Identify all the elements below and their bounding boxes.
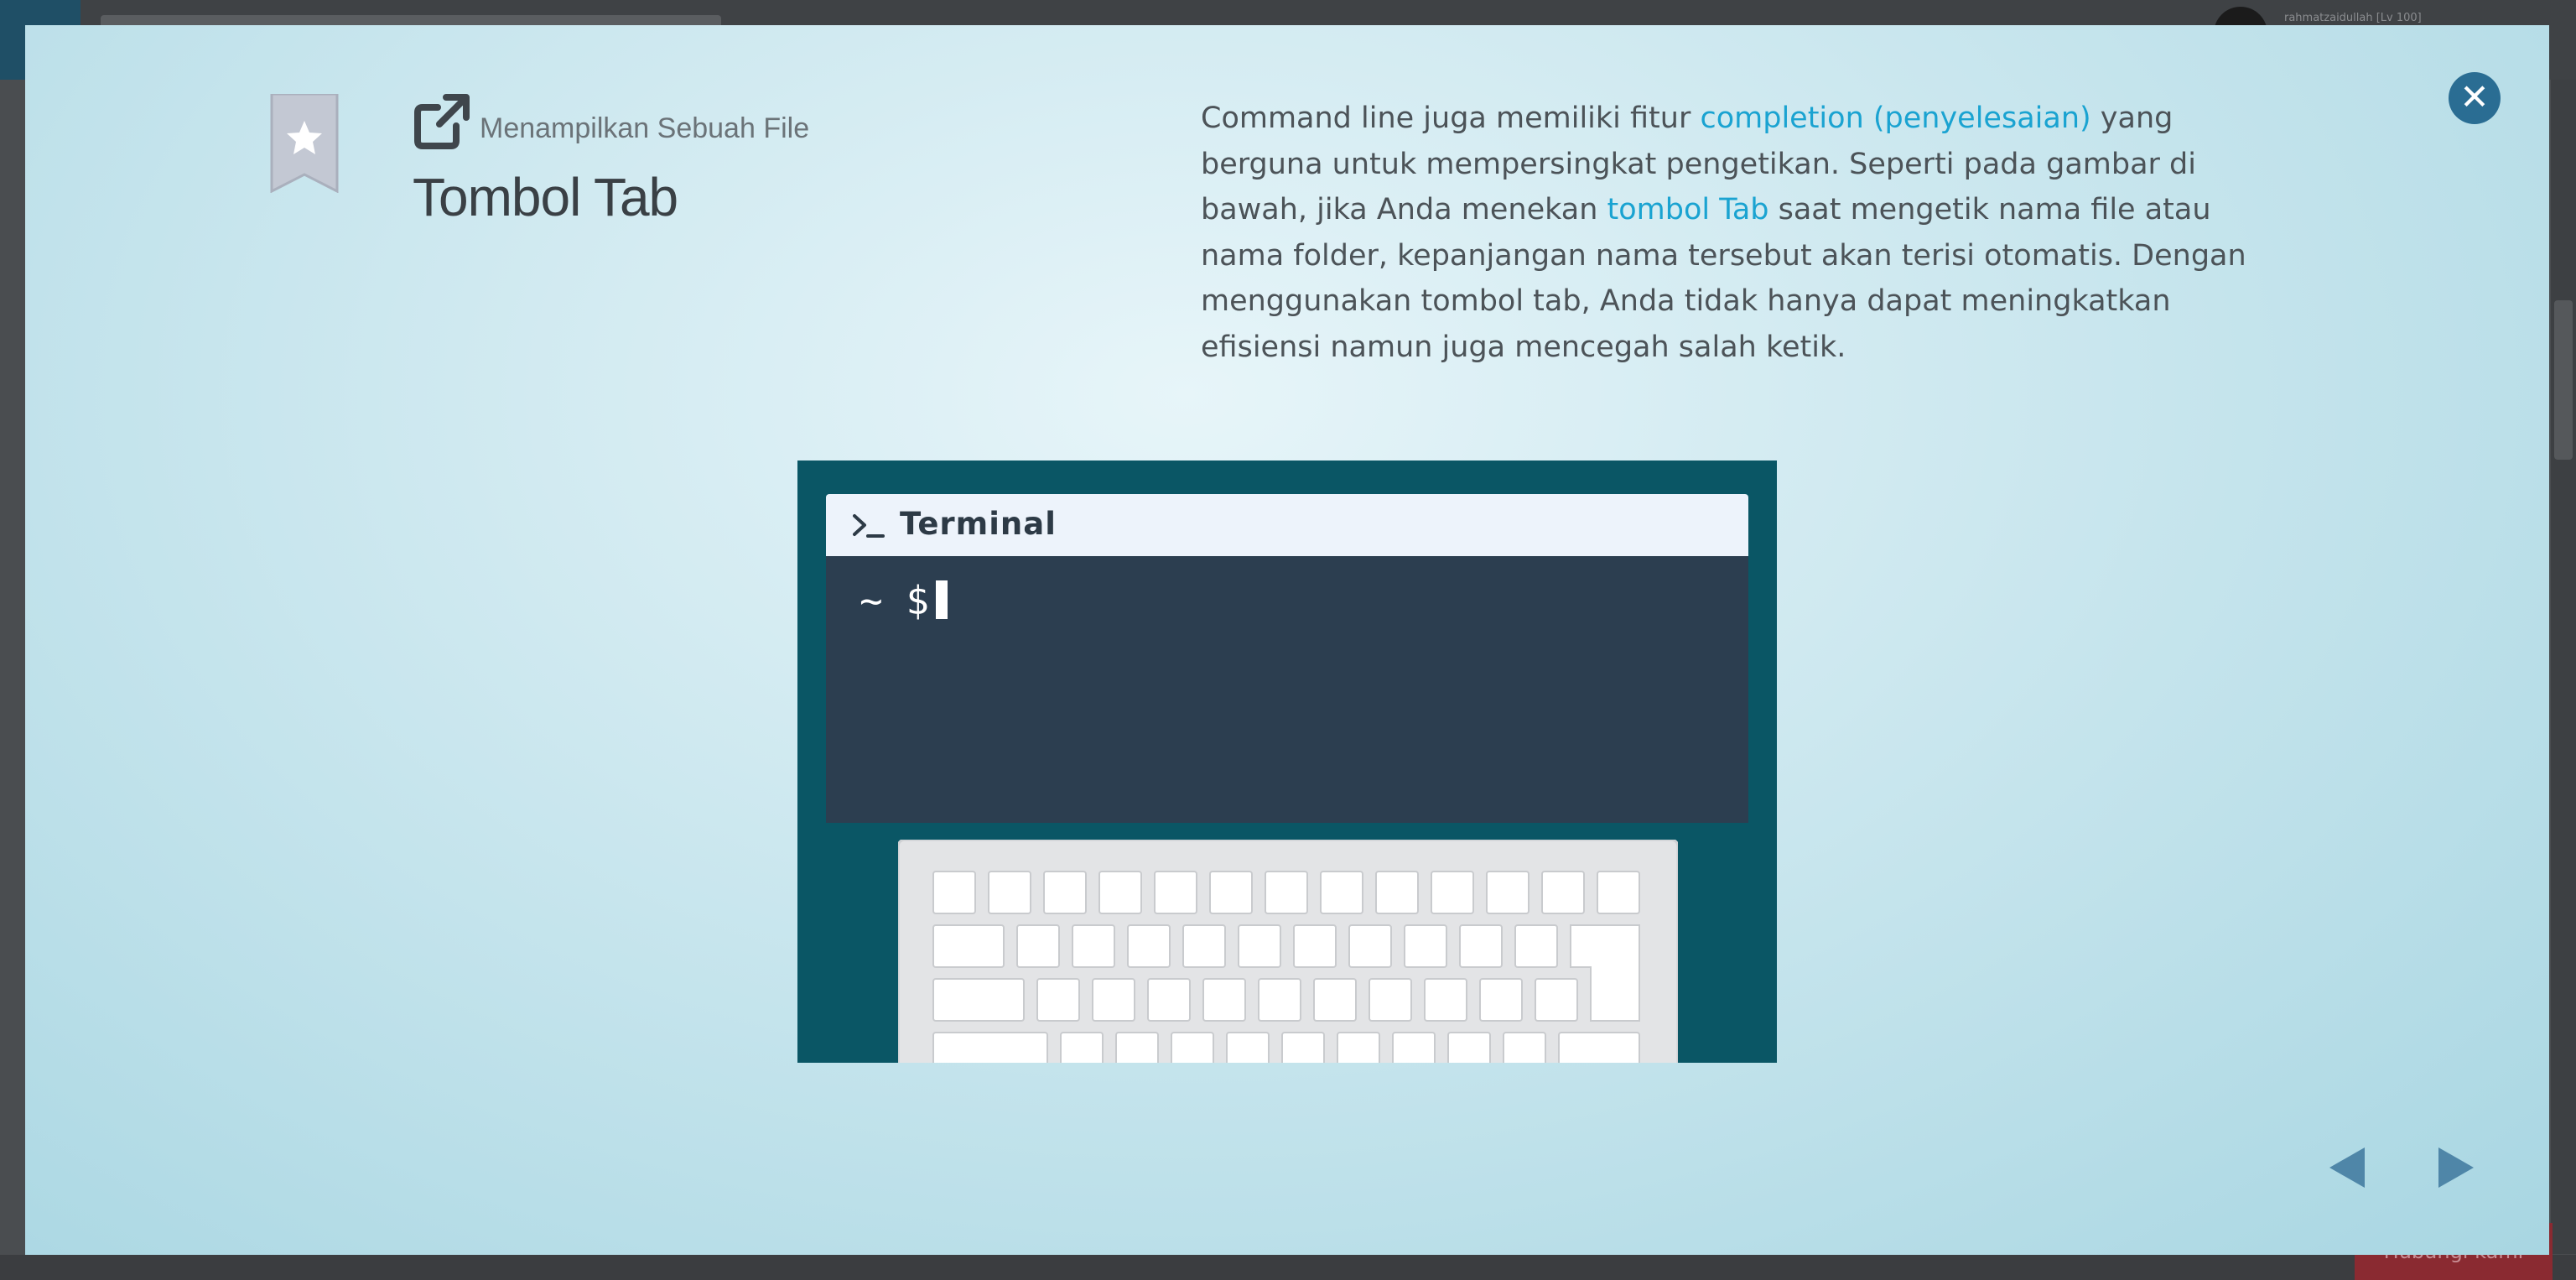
terminal-prompt: ~ $: [860, 578, 930, 623]
lesson-subtitle: Menampilkan Sebuah File: [480, 112, 810, 144]
bookmark-star-icon[interactable]: [268, 94, 340, 193]
terminal-window: Terminal ~ $: [826, 494, 1748, 823]
external-link-icon: [414, 94, 470, 149]
background-scrollbar-thumb: [2554, 300, 2573, 460]
lesson-title: Tombol Tab: [413, 167, 678, 227]
completion-link[interactable]: completion (penyelesaian): [1700, 101, 2090, 135]
terminal-titlebar: Terminal: [826, 494, 1748, 556]
terminal-prompt-line: ~ $: [860, 578, 948, 623]
arrow-left-icon[interactable]: [2323, 1141, 2376, 1194]
close-button[interactable]: ✕: [2449, 72, 2501, 124]
terminal-cursor: [936, 580, 948, 619]
terminal-body: ~ $: [826, 556, 1748, 823]
terminal-keyboard-illustration: Terminal ~ $: [797, 460, 1777, 1063]
background-scrollbar: [2551, 80, 2576, 1254]
arrow-right-icon[interactable]: [2427, 1141, 2480, 1194]
background-bottom-bar: [0, 1255, 2576, 1280]
terminal-title: Terminal: [900, 506, 1057, 542]
tutorial-modal: ✕ Menampilkan Sebuah File Tombol Tab Com…: [25, 25, 2549, 1255]
close-icon: ✕: [2459, 76, 2490, 117]
tab-key-link[interactable]: tombol Tab: [1607, 193, 1769, 226]
lesson-description: Command line juga memiliki fitur complet…: [1201, 96, 2299, 370]
description-text: Command line juga memiliki fitur: [1201, 101, 1701, 135]
keyboard-illustration: [898, 840, 1678, 1063]
background-user-label: rahmatzaidullah [Lv 100]: [2284, 12, 2422, 24]
terminal-prompt-icon: [853, 514, 885, 538]
